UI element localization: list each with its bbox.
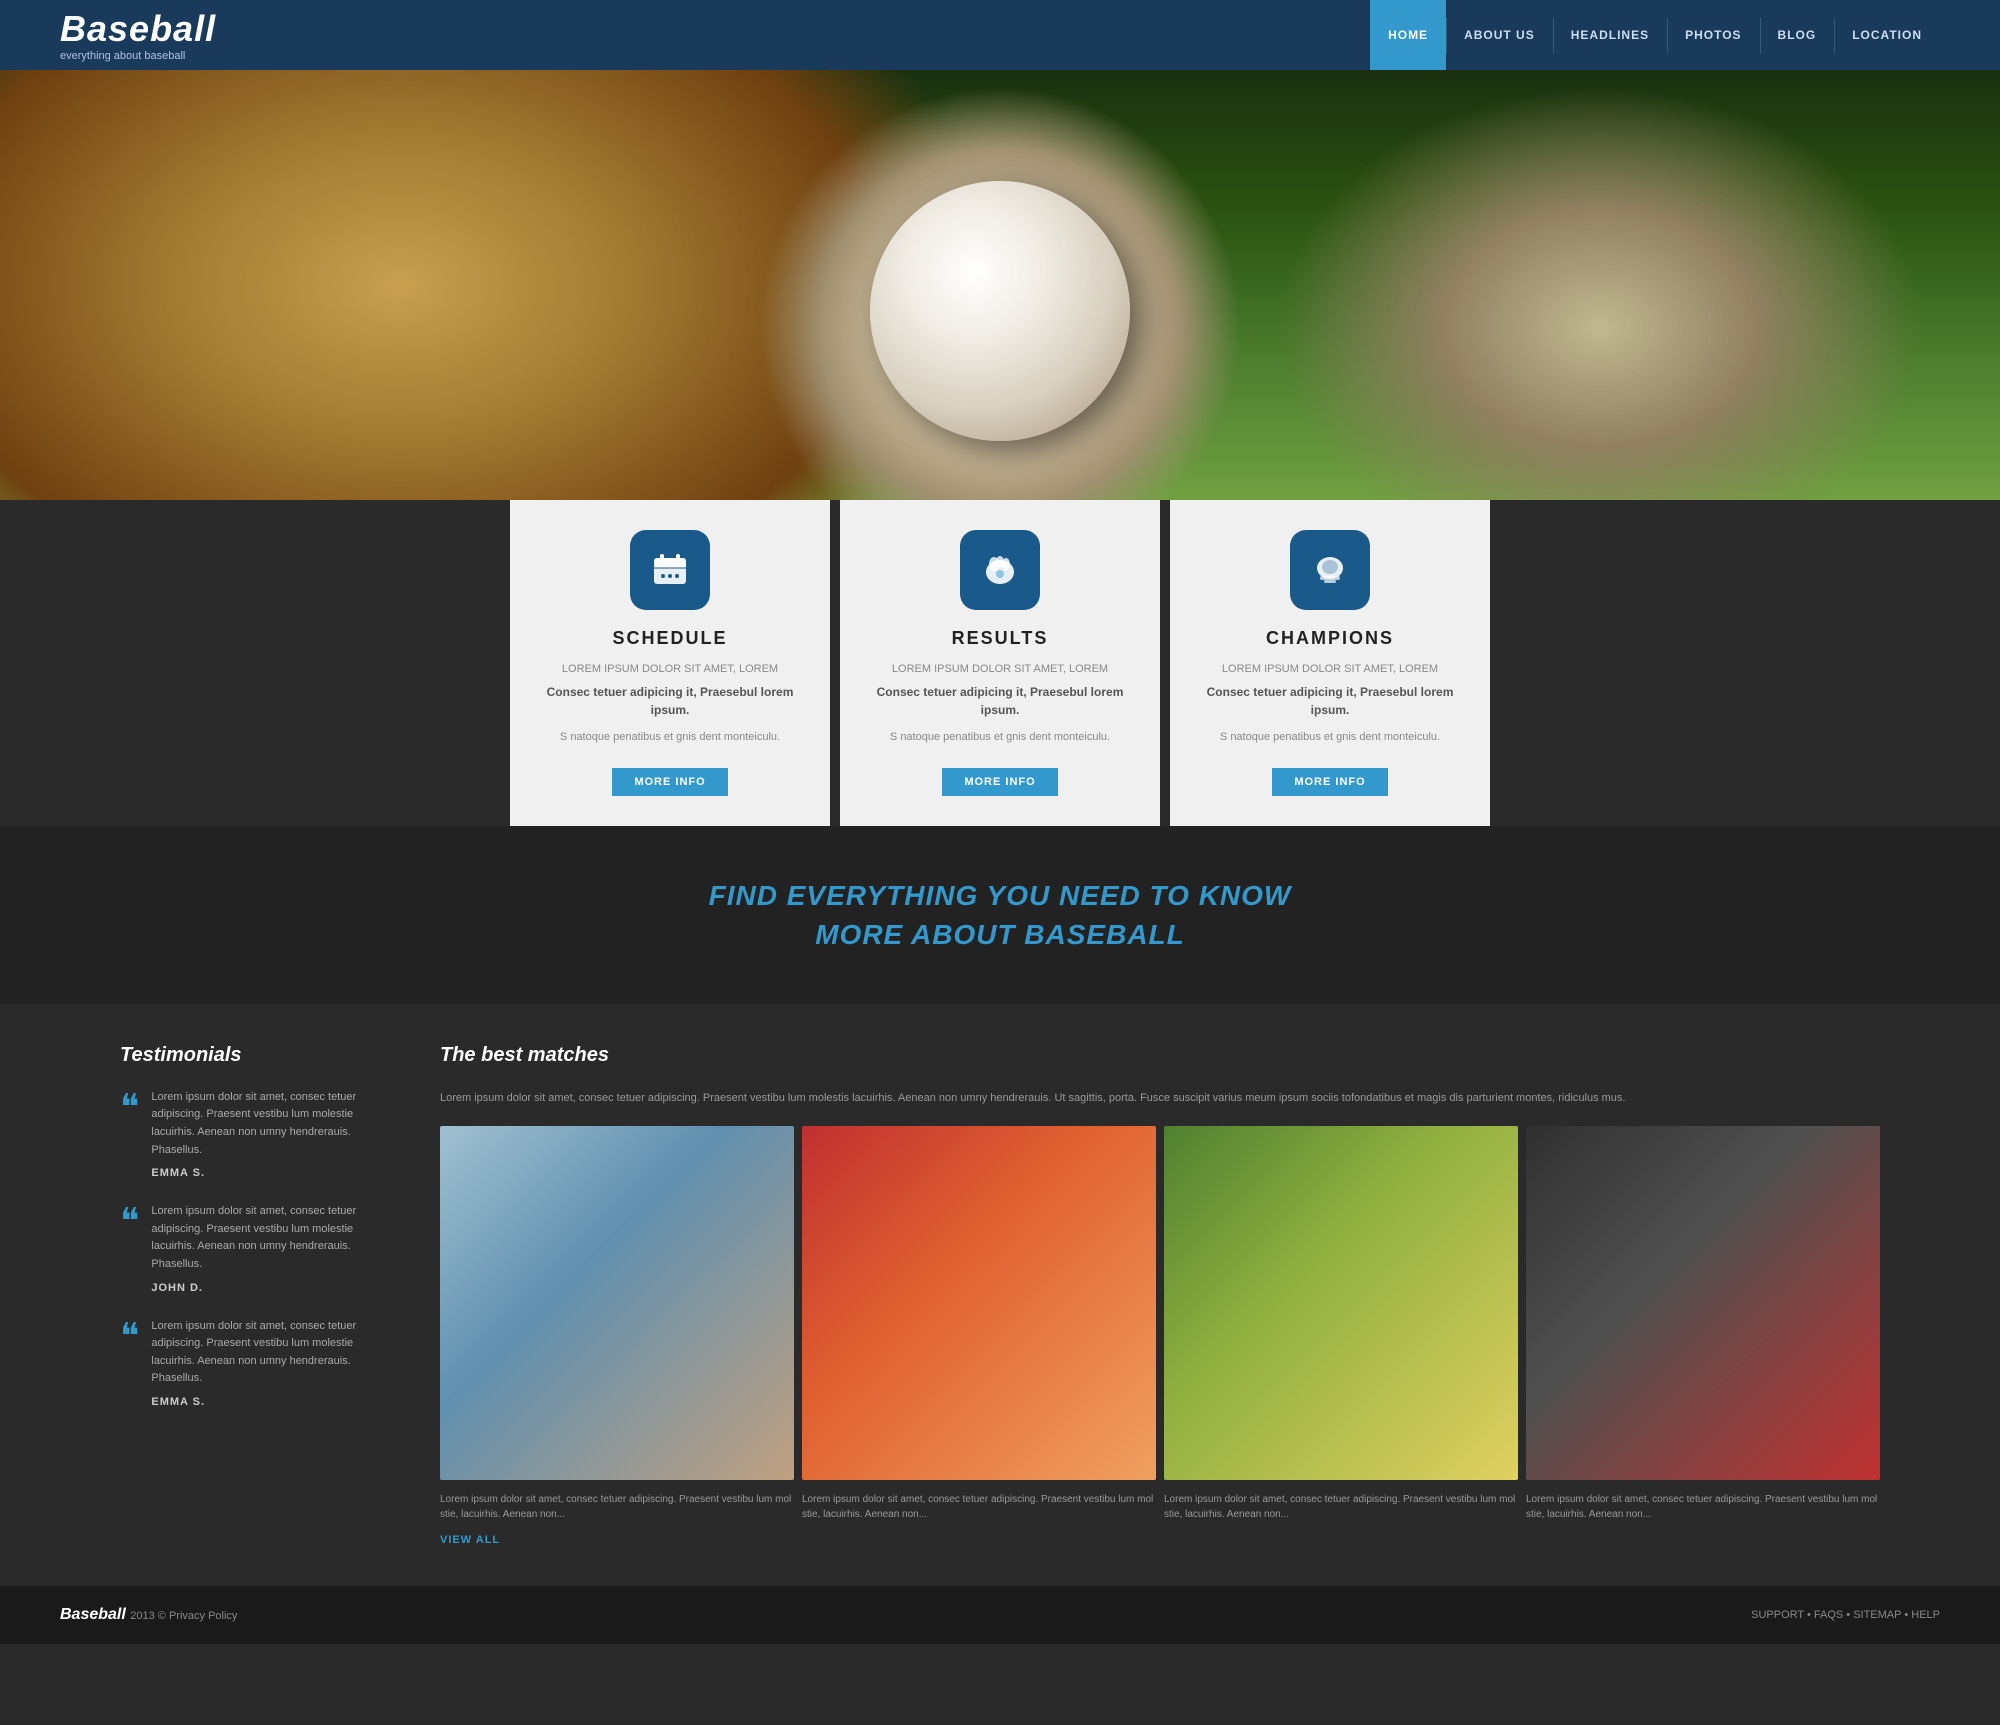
footer: Baseball 2013 © Privacy Policy SUPPORT •… (0, 1586, 2000, 1644)
match-thumb-1 (802, 1126, 1156, 1480)
testimonial-item-2: ❝ Lorem ipsum dolor sit amet, consec tet… (120, 1318, 380, 1408)
nav-item-home[interactable]: HOME (1370, 0, 1446, 70)
footer-logo: Baseball (60, 1606, 126, 1623)
card-body-0: Consec tetuer adipicing it, Praesebul lo… (540, 683, 800, 719)
quote-mark-1: ❝ (120, 1203, 139, 1293)
nav-item-location[interactable]: LOCATION (1834, 0, 1940, 70)
hero-section (0, 70, 2000, 500)
footer-copyright: 2013 © Privacy Policy (130, 1610, 237, 1622)
nav-item-photos[interactable]: PHOTOS (1667, 0, 1759, 70)
card-body-2: Consec tetuer adipicing it, Praesebul lo… (1200, 683, 1460, 719)
card-lorem-2: LOREM IPSUM DOLOR SIT AMET, LOREM (1222, 663, 1438, 675)
footer-links: SUPPORT • FAQS • SITEMAP • HELP (1751, 1609, 1940, 1621)
schedule-icon (630, 530, 710, 610)
header: Baseball everything about baseball HOMEA… (0, 0, 2000, 70)
footer-link-help[interactable]: HELP (1911, 1609, 1940, 1621)
card-title-2: CHAMPIONS (1266, 628, 1394, 649)
testimonial-item-1: ❝ Lorem ipsum dolor sit amet, consec tet… (120, 1203, 380, 1293)
card-light-0: S natoque penatibus et gnis dent monteic… (560, 729, 780, 746)
champions-icon (1290, 530, 1370, 610)
nav-item-headlines[interactable]: HEADLINES (1553, 0, 1667, 70)
logo-area: Baseball everything about baseball (60, 8, 216, 62)
match-thumb-3 (1526, 1126, 1880, 1480)
matches-intro: Lorem ipsum dolor sit amet, consec tetue… (440, 1089, 1880, 1108)
card-lorem-1: LOREM IPSUM DOLOR SIT AMET, LOREM (892, 663, 1108, 675)
testimonial-author-0: EMMA S. (151, 1167, 380, 1179)
testimonial-author-2: EMMA S. (151, 1396, 380, 1408)
testimonials-panel: Testimonials ❝ Lorem ipsum dolor sit ame… (120, 1044, 380, 1546)
card-title-0: SCHEDULE (612, 628, 727, 649)
logo-title: Baseball (60, 8, 216, 50)
more-info-button-0[interactable]: MORE INFO (612, 768, 727, 796)
card-title-1: RESULTS (952, 628, 1049, 649)
logo-subtitle: everything about baseball (60, 50, 216, 62)
promo-line2: MORE ABOUT BASEBALL (815, 919, 1185, 950)
nav-item-blog[interactable]: BLOG (1760, 0, 1835, 70)
quote-mark-0: ❝ (120, 1089, 139, 1179)
results-icon (960, 530, 1040, 610)
testimonials-title: Testimonials (120, 1044, 380, 1067)
card-schedule: SCHEDULE LOREM IPSUM DOLOR SIT AMET, LOR… (510, 500, 830, 826)
card-light-1: S natoque penatibus et gnis dent monteic… (890, 729, 1110, 746)
match-thumb-0 (440, 1126, 794, 1480)
matches-grid (440, 1126, 1880, 1480)
testimonial-text-0: Lorem ipsum dolor sit amet, consec tetue… (151, 1089, 380, 1159)
view-all-link[interactable]: VIEW ALL (440, 1534, 1880, 1546)
hero-baseball (870, 181, 1130, 441)
card-champions: CHAMPIONS LOREM IPSUM DOLOR SIT AMET, LO… (1170, 500, 1490, 826)
testimonial-author-1: JOHN D. (151, 1282, 380, 1294)
main-nav: HOMEABOUT USHEADLINESPHOTOSBLOGLOCATION (1370, 0, 1940, 70)
testimonial-text-1: Lorem ipsum dolor sit amet, consec tetue… (151, 1203, 380, 1273)
match-caption-2: Lorem ipsum dolor sit amet, consec tetue… (1164, 1492, 1518, 1522)
nav-item-about-us[interactable]: ABOUT US (1446, 0, 1553, 70)
best-matches-panel: The best matches Lorem ipsum dolor sit a… (440, 1044, 1880, 1546)
match-thumb-2 (1164, 1126, 1518, 1480)
card-body-1: Consec tetuer adipicing it, Praesebul lo… (870, 683, 1130, 719)
more-info-button-2[interactable]: MORE INFO (1272, 768, 1387, 796)
match-caption-1: Lorem ipsum dolor sit amet, consec tetue… (802, 1492, 1156, 1522)
card-light-2: S natoque penatibus et gnis dent monteic… (1220, 729, 1440, 746)
cards-section: SCHEDULE LOREM IPSUM DOLOR SIT AMET, LOR… (0, 500, 2000, 826)
footer-link-faqs[interactable]: FAQS (1814, 1609, 1843, 1621)
testimonial-item-0: ❝ Lorem ipsum dolor sit amet, consec tet… (120, 1089, 380, 1179)
footer-link-sitemap[interactable]: SITEMAP (1853, 1609, 1901, 1621)
content-section: Testimonials ❝ Lorem ipsum dolor sit ame… (0, 1004, 2000, 1586)
more-info-button-1[interactable]: MORE INFO (942, 768, 1057, 796)
promo-line1: FIND EVERYTHING YOU NEED TO KNOW (709, 880, 1292, 911)
card-results: RESULTS LOREM IPSUM DOLOR SIT AMET, LORE… (840, 500, 1160, 826)
footer-link-support[interactable]: SUPPORT (1751, 1609, 1804, 1621)
promo-text: FIND EVERYTHING YOU NEED TO KNOW MORE AB… (20, 876, 1980, 954)
footer-brand: Baseball 2013 © Privacy Policy (60, 1606, 237, 1624)
match-captions: Lorem ipsum dolor sit amet, consec tetue… (440, 1492, 1880, 1522)
promo-section: FIND EVERYTHING YOU NEED TO KNOW MORE AB… (0, 826, 2000, 1004)
match-caption-0: Lorem ipsum dolor sit amet, consec tetue… (440, 1492, 794, 1522)
testimonial-text-2: Lorem ipsum dolor sit amet, consec tetue… (151, 1318, 380, 1388)
quote-mark-2: ❝ (120, 1318, 139, 1408)
card-lorem-0: LOREM IPSUM DOLOR SIT AMET, LOREM (562, 663, 778, 675)
match-caption-3: Lorem ipsum dolor sit amet, consec tetue… (1526, 1492, 1880, 1522)
best-matches-title: The best matches (440, 1044, 1880, 1067)
